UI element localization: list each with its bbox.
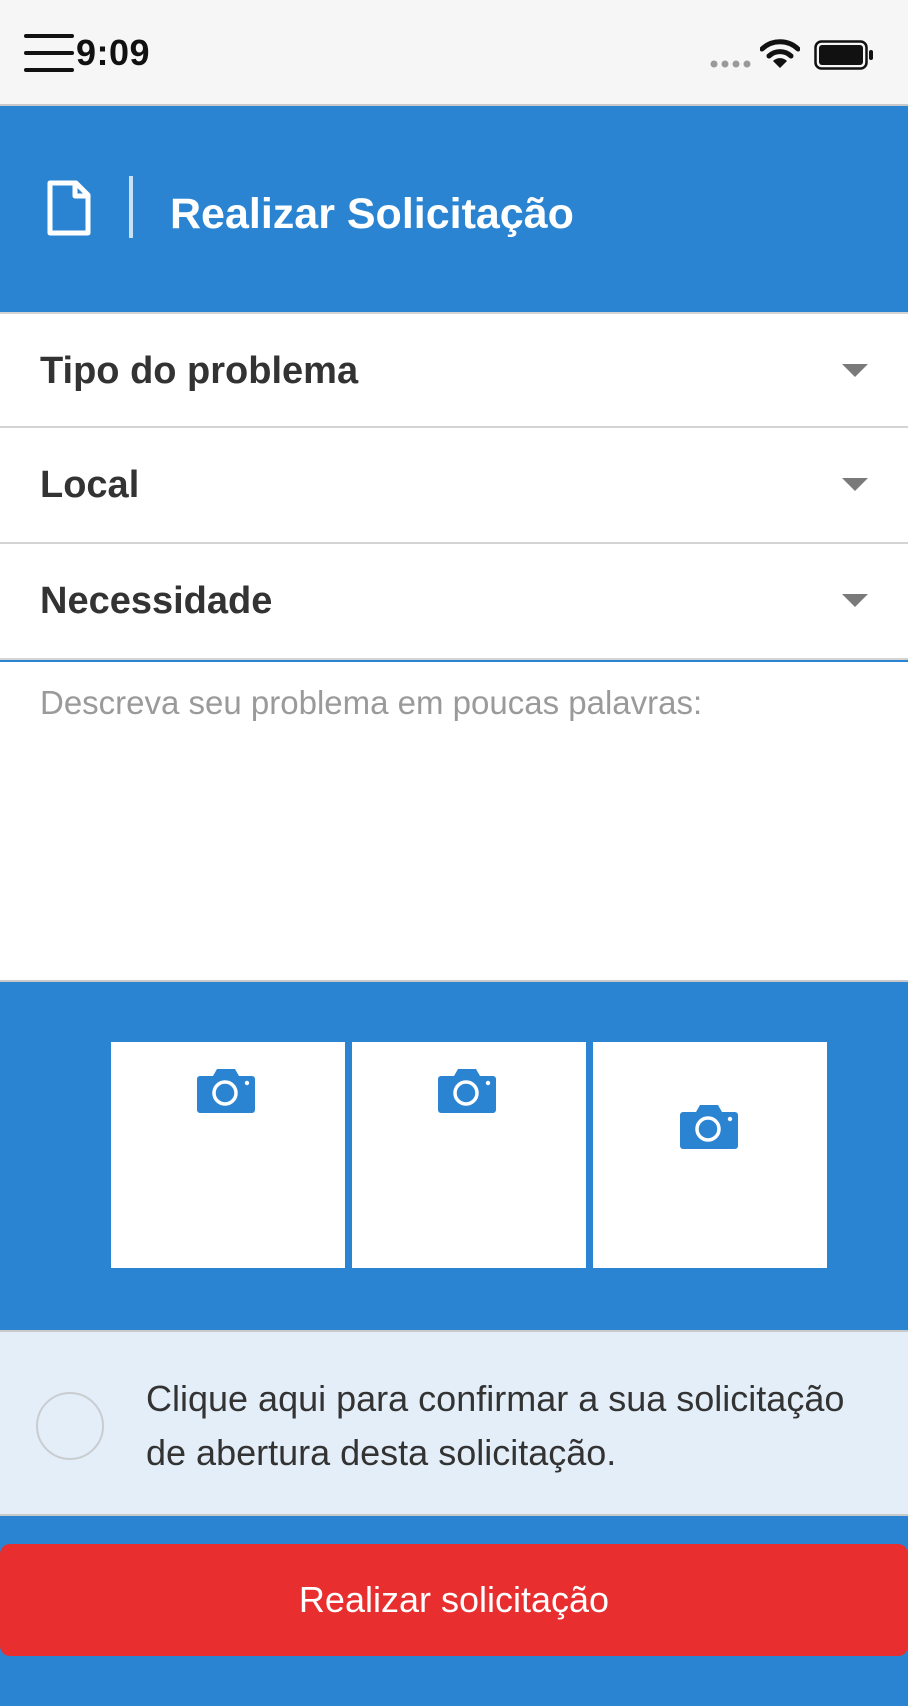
location-label: Local	[40, 464, 140, 506]
signal-icon	[710, 60, 751, 68]
confirm-text: Clique aqui para confirmar a sua solicit…	[146, 1378, 845, 1473]
location-select[interactable]: Local	[0, 428, 908, 544]
battery-icon	[814, 40, 873, 70]
document-icon	[47, 180, 91, 236]
problem-type-label: Tipo do problema	[40, 350, 359, 392]
confirm-radio[interactable]	[36, 1392, 104, 1460]
camera-icon	[438, 1069, 496, 1113]
photo-slot-3[interactable]	[593, 1042, 827, 1268]
photo-section	[0, 982, 908, 1330]
photo-slot-1[interactable]	[111, 1042, 345, 1268]
status-time: 9:09	[76, 32, 151, 73]
camera-icon	[197, 1069, 255, 1113]
submit-button[interactable]: Realizar solicitação	[0, 1544, 908, 1656]
description-area	[0, 662, 908, 982]
camera-icon	[680, 1105, 738, 1149]
description-input[interactable]	[0, 662, 908, 980]
chevron-down-icon	[842, 364, 868, 377]
need-label: Necessidade	[40, 580, 273, 622]
request-form: Tipo do problema Local Necessidade	[0, 312, 908, 660]
page-header: Realizar Solicitação	[0, 108, 908, 312]
page-title: Realizar Solicitação	[170, 190, 574, 238]
problem-type-select[interactable]: Tipo do problema	[0, 312, 908, 428]
confirm-row[interactable]: Clique aqui para confirmar a sua solicit…	[0, 1330, 908, 1516]
chevron-down-icon	[842, 478, 868, 491]
header-divider	[129, 176, 133, 238]
wifi-icon	[760, 39, 800, 68]
photo-slot-2[interactable]	[352, 1042, 586, 1268]
menu-icon[interactable]	[24, 34, 74, 72]
chevron-down-icon	[842, 594, 868, 607]
app-screen: 9:09 Realizar Solicitação Tipo do proble…	[0, 0, 908, 1706]
status-bar: 9:09	[0, 0, 908, 106]
need-select[interactable]: Necessidade	[0, 544, 908, 660]
